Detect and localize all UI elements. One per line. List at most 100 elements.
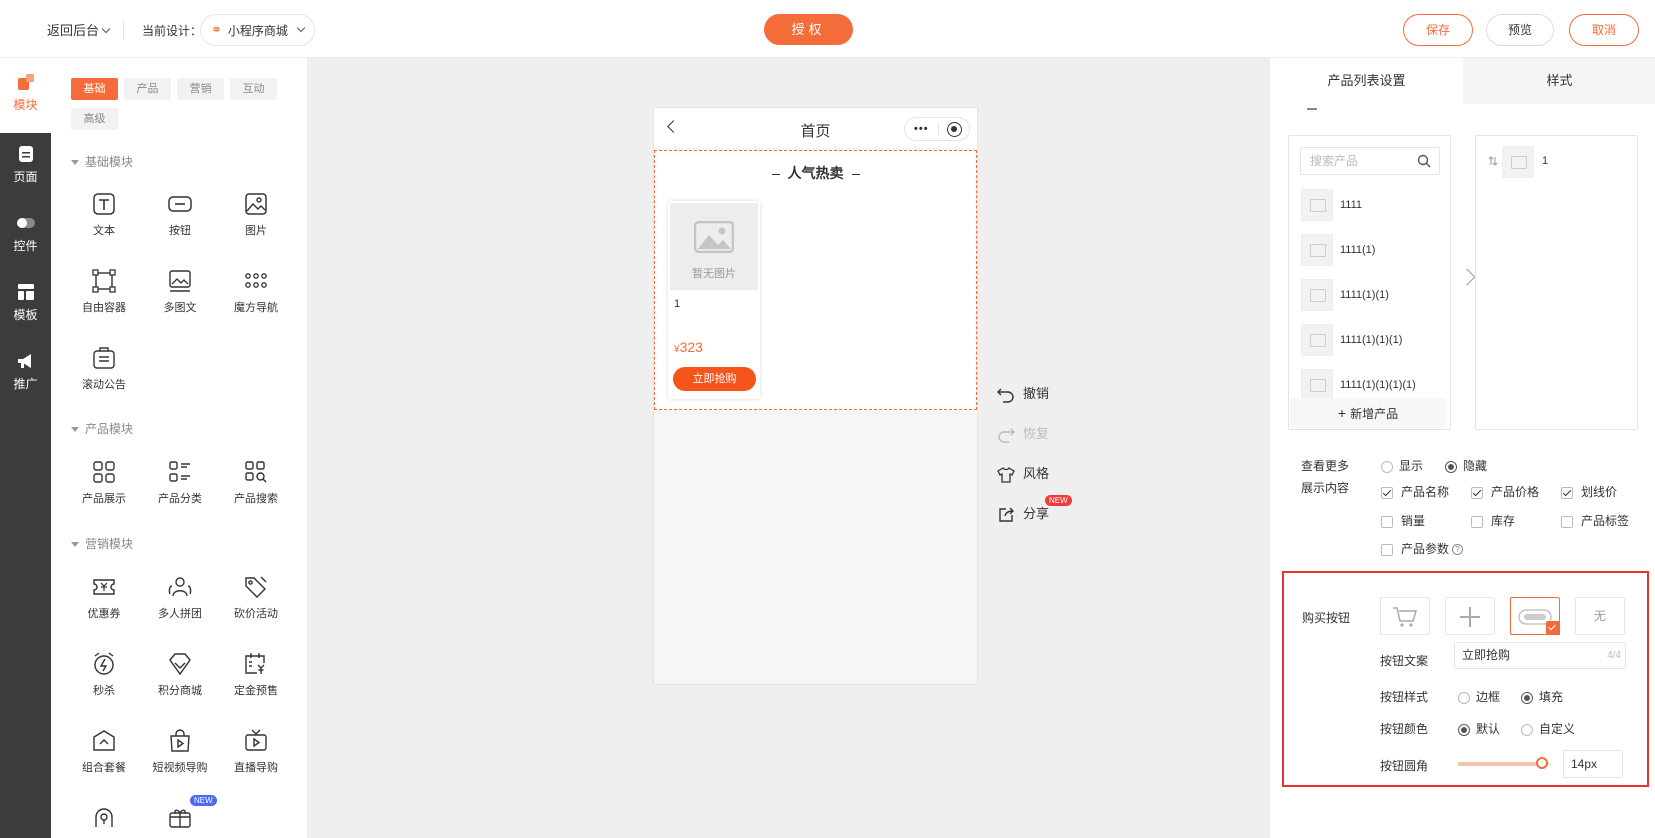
help-icon[interactable]: ?	[1452, 544, 1464, 556]
checkbox[interactable]	[1561, 486, 1573, 499]
checkbox-sales[interactable]: 销量	[1381, 512, 1425, 529]
module-deposit-presale[interactable]: 定金预售	[224, 651, 288, 711]
module-multi-image-text[interactable]: 多图文	[148, 268, 212, 328]
list-item[interactable]: 1111	[1301, 189, 1451, 221]
module-product-search[interactable]: 产品搜索	[224, 459, 288, 519]
module-free-container[interactable]: 自由容器	[72, 268, 136, 328]
view-more-show-radio[interactable]: 显示	[1381, 457, 1423, 474]
tab-advanced[interactable]: 高级	[71, 108, 118, 130]
list-item[interactable]: 1111(1)(1)(1)(1)	[1301, 369, 1451, 401]
button-color-custom-radio[interactable]: 自定义	[1521, 720, 1575, 737]
checkbox[interactable]	[1471, 486, 1483, 499]
buy-style-cart[interactable]	[1380, 597, 1430, 635]
section-product[interactable]: 产品模块	[71, 420, 133, 437]
buy-style-plus[interactable]	[1445, 597, 1495, 635]
module-product-display[interactable]: 产品展示	[72, 459, 136, 519]
buy-style-none[interactable]: 无	[1575, 597, 1625, 635]
buy-style-pill[interactable]	[1510, 597, 1560, 635]
radio-show[interactable]	[1381, 460, 1393, 473]
hot-products-module[interactable]: 人气热卖 暂无图片 1 ¥323 立即抢购	[654, 150, 977, 410]
section-marketing[interactable]: 营销模块	[71, 535, 133, 552]
view-more-label: 查看更多	[1301, 459, 1350, 473]
view-more-hide-radio[interactable]: 隐藏	[1445, 457, 1487, 474]
slider-thumb[interactable]	[1535, 757, 1548, 769]
nav-item-template[interactable]: 模板	[0, 282, 51, 342]
checkbox[interactable]	[1471, 515, 1483, 528]
authorize-button[interactable]: 授权	[764, 14, 853, 45]
module-flash-sale[interactable]: 秒杀	[72, 651, 136, 711]
buy-now-button[interactable]: 立即抢购	[673, 367, 756, 391]
module-group-buy[interactable]: 多人拼团	[148, 574, 212, 634]
redo-button[interactable]: 恢复	[997, 423, 1097, 445]
module-cube-nav[interactable]: 魔方导航	[224, 268, 288, 328]
checkbox-stock[interactable]: 库存	[1471, 512, 1515, 529]
nav-item-module[interactable]: 模块	[0, 72, 51, 132]
search-icon[interactable]	[1417, 154, 1431, 168]
list-item[interactable]: 1111(1)(1)(1)	[1301, 324, 1451, 356]
radio-default[interactable]	[1458, 723, 1470, 736]
checkbox-product-params[interactable]: 产品参数?	[1381, 540, 1464, 557]
checkbox-product-price[interactable]: 产品价格	[1471, 483, 1539, 500]
preview-button[interactable]: 预览	[1486, 14, 1554, 46]
checkbox[interactable]	[1381, 515, 1393, 528]
cancel-button[interactable]: 取消	[1569, 14, 1639, 46]
nav-item-control[interactable]: 控件	[0, 213, 51, 273]
module-extra-1[interactable]	[72, 805, 136, 838]
module-live-shopping[interactable]: 直播导购	[224, 728, 288, 788]
module-label: 产品搜索	[234, 493, 278, 505]
module-coupon[interactable]: 优惠券	[72, 574, 136, 634]
section-basic[interactable]: 基础模块	[71, 153, 133, 170]
share-button[interactable]: 分享 NEW	[997, 495, 1097, 525]
more-dots-icon[interactable]: •••	[914, 123, 929, 135]
add-product-button[interactable]: + 新增产品	[1290, 398, 1446, 428]
module-bargain[interactable]: 砍价活动	[224, 574, 288, 634]
radius-input[interactable]: 14px	[1563, 750, 1623, 778]
checkbox-strike-price[interactable]: 划线价	[1561, 483, 1617, 500]
radio-border[interactable]	[1458, 691, 1470, 704]
style-button[interactable]: 风格	[997, 463, 1097, 485]
undo-button[interactable]: 撤销	[997, 383, 1097, 405]
tab-basic[interactable]: 基础	[71, 78, 118, 100]
list-item[interactable]: 1111(1)(1)	[1301, 279, 1451, 311]
module-label: 组合套餐	[82, 762, 126, 774]
button-style-border-radio[interactable]: 边框	[1458, 688, 1500, 705]
module-short-video[interactable]: 短视频导购	[148, 728, 212, 788]
module-extra-2[interactable]: NEW	[148, 795, 217, 838]
search-input[interactable]: 搜索产品	[1300, 147, 1440, 175]
checkbox[interactable]	[1561, 515, 1573, 528]
module-points-mall[interactable]: 积分商城	[148, 651, 212, 711]
module-image[interactable]: 图片	[224, 191, 288, 251]
tab-marketing[interactable]: 营销	[177, 78, 224, 100]
tab-style[interactable]: 样式	[1463, 58, 1655, 104]
module-product-category[interactable]: 产品分类	[148, 459, 212, 519]
nav-item-promote[interactable]: 推广	[0, 351, 51, 411]
tab-product[interactable]: 产品	[124, 78, 171, 100]
radio-hide[interactable]	[1445, 460, 1457, 473]
list-item[interactable]: 1111(1)	[1301, 234, 1451, 266]
module-button[interactable]: 按钮	[148, 191, 212, 251]
product-card[interactable]: 暂无图片 1 ¥323 立即抢购	[668, 201, 760, 399]
module-text[interactable]: 文本	[72, 191, 136, 251]
button-style-fill-radio[interactable]: 填充	[1521, 688, 1563, 705]
close-circle-icon[interactable]	[947, 122, 962, 137]
radio-custom[interactable]	[1521, 723, 1533, 736]
checkbox-product-tag[interactable]: 产品标签	[1561, 512, 1629, 529]
button-text-input[interactable]: 立即抢购 4/4	[1454, 642, 1626, 669]
current-design-select[interactable]: ⚭ 小程序商城	[200, 14, 315, 46]
cart-icon	[1393, 607, 1418, 627]
chevron-right-icon[interactable]	[1458, 268, 1476, 286]
module-scroll-notice[interactable]: 滚动公告	[72, 345, 136, 405]
tab-product-list-settings[interactable]: 产品列表设置	[1270, 58, 1463, 104]
radio-fill[interactable]	[1521, 691, 1533, 704]
save-button[interactable]: 保存	[1403, 14, 1473, 46]
drag-handle-icon[interactable]	[1488, 155, 1498, 166]
tab-interactive[interactable]: 互动	[230, 78, 277, 100]
checkbox[interactable]	[1381, 486, 1393, 499]
checkbox-product-name[interactable]: 产品名称	[1381, 483, 1449, 500]
checkbox[interactable]	[1381, 543, 1393, 556]
button-color-default-radio[interactable]: 默认	[1458, 720, 1500, 737]
module-combo-package[interactable]: 组合套餐	[72, 728, 136, 788]
nav-item-page[interactable]: 页面	[0, 144, 51, 204]
radius-slider[interactable]	[1458, 757, 1551, 769]
back-to-admin-button[interactable]: 返回后台	[47, 20, 111, 39]
